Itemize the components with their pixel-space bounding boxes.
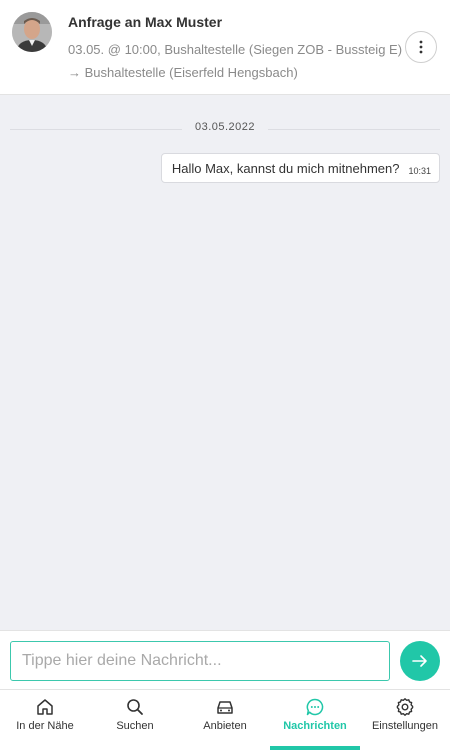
- date-label: 03.05.2022: [194, 121, 256, 133]
- avatar[interactable]: [12, 12, 52, 52]
- message-bubble-outgoing[interactable]: Hallo Max, kannst du mich mitnehmen? 10:…: [160, 153, 440, 183]
- nav-label: Anbieten: [203, 720, 247, 732]
- ride-details: 03.05. @ 10:00, Bushaltestelle (Siegen Z…: [68, 42, 403, 80]
- nav-label: Suchen: [116, 720, 154, 732]
- send-button[interactable]: [400, 641, 440, 681]
- message-composer: [0, 630, 450, 689]
- nav-item-offer[interactable]: Anbieten: [180, 690, 270, 750]
- message-time: 10:31: [408, 166, 431, 176]
- bottom-navigation: In der Nähe Suchen Anbieten Nachrichten …: [0, 689, 450, 750]
- message-text: Hallo Max, kannst du mich mitnehmen?: [171, 160, 400, 176]
- date-separator: 03.05.2022: [10, 120, 440, 140]
- divider: [268, 129, 440, 130]
- nav-label: In der Nähe: [16, 720, 74, 732]
- page-title: Anfrage an Max Muster: [68, 14, 223, 30]
- chat-icon: [305, 697, 325, 717]
- search-icon: [125, 697, 145, 717]
- chat-header: Anfrage an Max Muster 03.05. @ 10:00, Bu…: [0, 0, 450, 95]
- message-list[interactable]: 03.05.2022 Hallo Max, kannst du mich mit…: [0, 95, 450, 630]
- nav-item-search[interactable]: Suchen: [90, 690, 180, 750]
- nav-item-settings[interactable]: Einstellungen: [360, 690, 450, 750]
- car-icon: [215, 697, 235, 717]
- home-icon: [35, 697, 55, 717]
- nav-item-messages[interactable]: Nachrichten: [270, 690, 360, 750]
- user-avatar-photo: [12, 12, 52, 52]
- nav-item-nearby[interactable]: In der Nähe: [0, 690, 90, 750]
- more-vertical-icon: [419, 40, 423, 54]
- arrow-right-icon: [412, 655, 427, 667]
- more-options-button[interactable]: [405, 31, 437, 63]
- nav-label: Einstellungen: [371, 720, 439, 732]
- gear-icon: [395, 697, 415, 717]
- message-input[interactable]: [10, 641, 390, 681]
- nav-label: Nachrichten: [283, 720, 347, 732]
